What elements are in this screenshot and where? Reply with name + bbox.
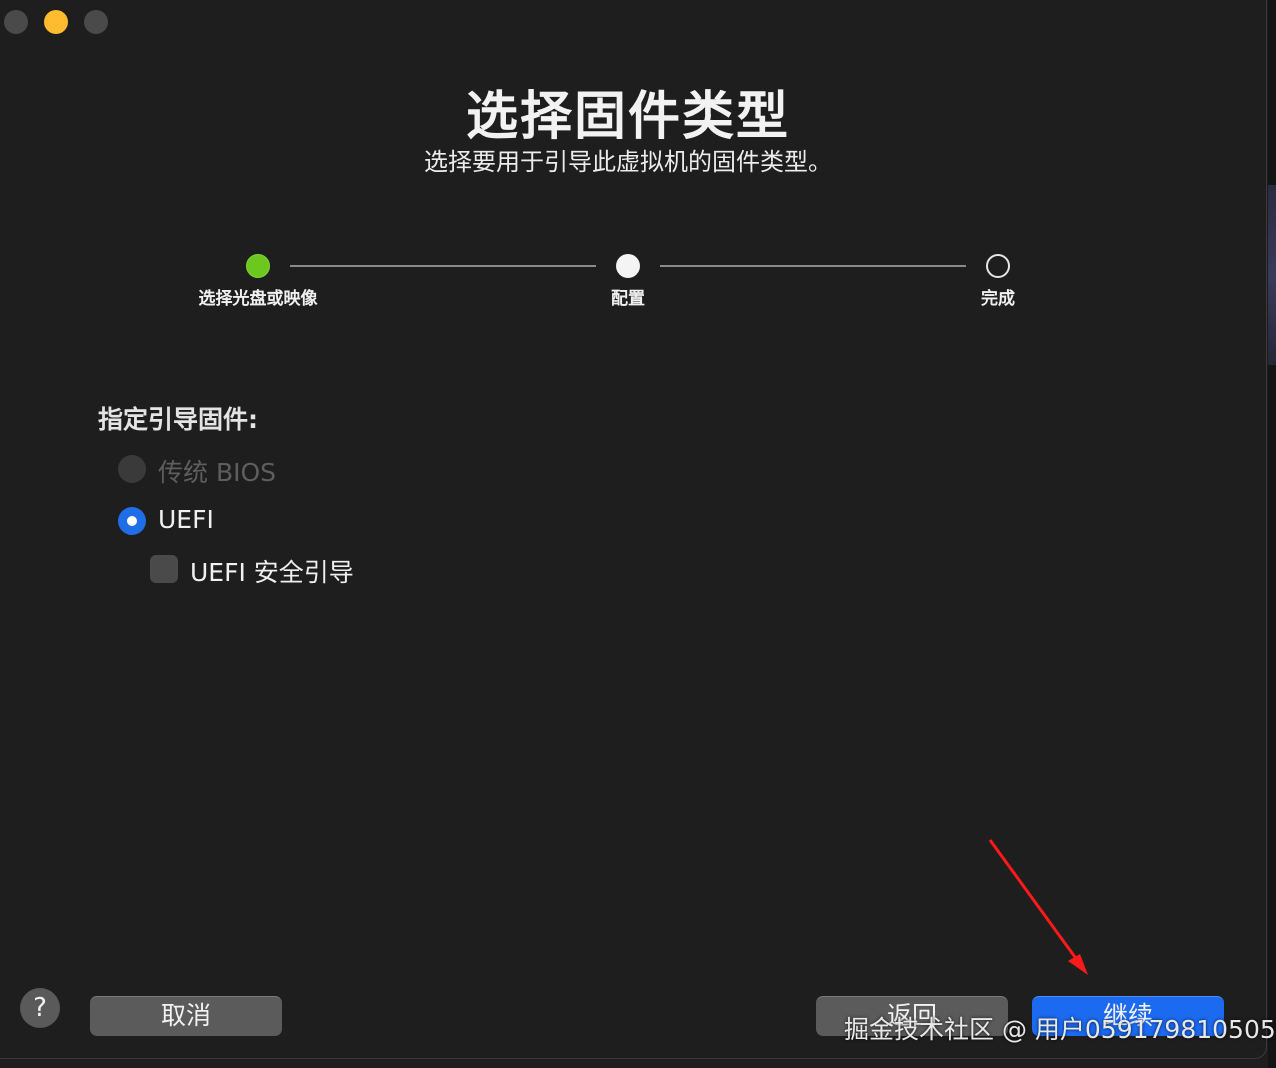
window-zoom-button[interactable] [84, 10, 108, 34]
help-button[interactable]: ? [20, 988, 60, 1028]
step-label-finish: 完成 [981, 289, 1015, 309]
uefi-radio[interactable] [118, 507, 146, 535]
step-connector [290, 265, 596, 267]
step-label-configure: 配置 [611, 289, 645, 309]
legacy-bios-radio[interactable] [118, 455, 146, 483]
uefi-label[interactable]: UEFI [158, 505, 214, 534]
background-window-edge [1268, 0, 1276, 1068]
step-current-icon [616, 254, 640, 278]
firmware-section-label: 指定引导固件: [98, 405, 258, 434]
window-minimize-button[interactable] [44, 10, 68, 34]
step-pending-icon [986, 254, 1010, 278]
page-title: 选择固件类型 [465, 87, 790, 147]
legacy-bios-label: 传统 BIOS [158, 458, 277, 487]
step-label-select-image: 选择光盘或映像 [198, 289, 318, 309]
watermark-text: 掘金技术社区 @ 用户059179810505 [844, 1015, 1276, 1044]
step-connector [660, 265, 966, 267]
page-subtitle: 选择要用于引导此虚拟机的固件类型。 [424, 148, 832, 176]
step-done-icon [246, 254, 270, 278]
vm-setup-window: 选择固件类型 选择要用于引导此虚拟机的固件类型。 选择光盘或映像 配置 完成 指… [0, 0, 1267, 1059]
window-close-button[interactable] [4, 10, 28, 34]
uefi-secure-boot-label[interactable]: UEFI 安全引导 [190, 553, 354, 589]
uefi-secure-boot-checkbox[interactable] [150, 555, 178, 583]
cancel-button[interactable]: 取消 [90, 996, 282, 1036]
